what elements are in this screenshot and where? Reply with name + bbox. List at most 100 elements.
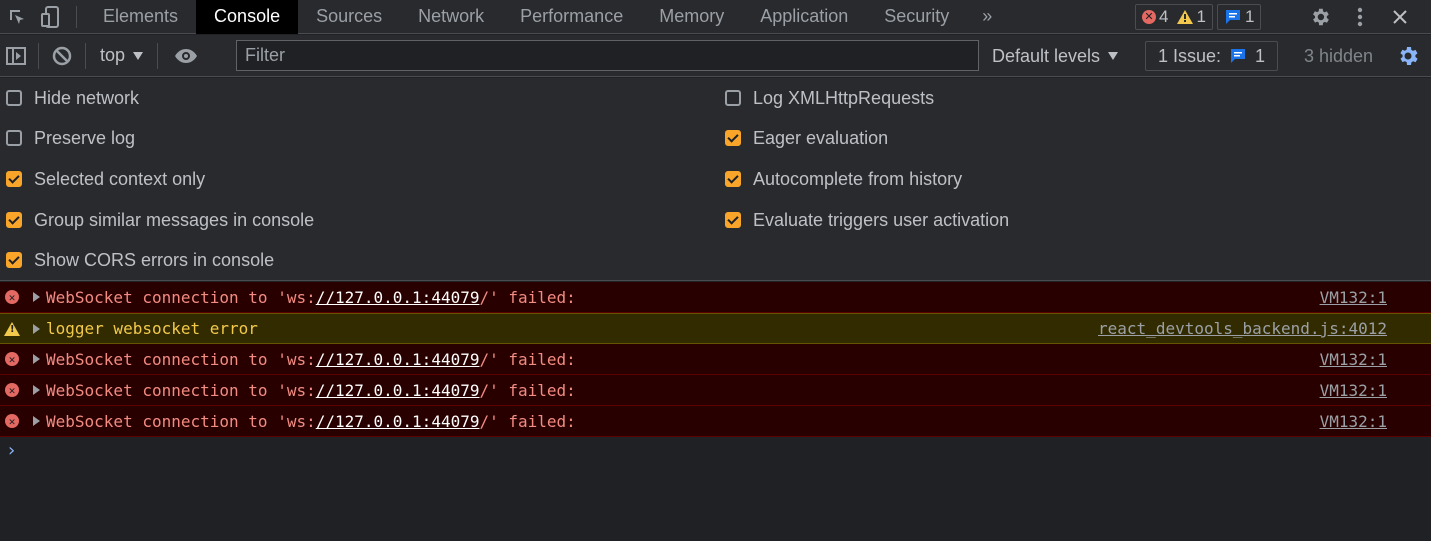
option-log-xmlhttprequests[interactable]: Log XMLHttpRequests — [725, 78, 934, 118]
option-checkbox[interactable] — [6, 212, 22, 228]
tab-security[interactable]: Security — [866, 0, 967, 34]
option-checkbox[interactable] — [6, 130, 22, 146]
option-group-similar-messages-in-console[interactable]: Group similar messages in console — [6, 200, 314, 240]
error-icon: ✕ — [1142, 10, 1156, 24]
option-label: Selected context only — [34, 168, 206, 189]
tab-console[interactable]: Console — [196, 0, 299, 34]
tab-elements[interactable]: Elements — [85, 0, 196, 34]
message-source-link[interactable]: VM132:1 — [1320, 288, 1387, 307]
option-evaluate-triggers-user-activation[interactable]: Evaluate triggers user activation — [725, 200, 1009, 240]
option-checkbox[interactable] — [725, 130, 741, 146]
issues-button[interactable]: 1 Issue: 1 — [1145, 41, 1279, 71]
error-warning-counter[interactable]: ✕ 4 1 — [1135, 4, 1213, 30]
close-icon[interactable] — [1380, 0, 1420, 34]
option-label: Hide network — [34, 87, 140, 108]
console-message-error[interactable]: ✕ WebSocket connection to 'ws://127.0.0.1… — [0, 344, 1431, 375]
option-checkbox[interactable] — [725, 90, 741, 106]
option-label: Eager evaluation — [753, 127, 889, 148]
live-expression-eye-icon[interactable] — [164, 35, 208, 77]
console-prompt[interactable]: › — [6, 440, 17, 461]
option-label: Show CORS errors in console — [34, 249, 275, 270]
option-hide-network[interactable]: Hide network — [6, 78, 139, 118]
tab-network[interactable]: Network — [400, 0, 502, 34]
log-levels-label: Default levels — [992, 45, 1101, 66]
expand-triangle-icon[interactable] — [33, 354, 40, 364]
console-messages: ✕ WebSocket connection to 'ws://127.0.0.1… — [0, 282, 1431, 437]
error-icon: ✕ — [0, 414, 24, 428]
context-label: top — [100, 45, 126, 65]
message-text-suffix: /' failed: — [479, 349, 576, 369]
message-text-prefix: WebSocket connection to 'ws: — [46, 411, 316, 431]
option-eager-evaluation[interactable]: Eager evaluation — [725, 118, 888, 158]
caret-down-icon — [1108, 52, 1119, 60]
message-text-prefix: WebSocket connection to 'ws: — [46, 380, 316, 400]
message-source-link[interactable]: VM132:1 — [1320, 381, 1387, 400]
console-message-error[interactable]: ✕ WebSocket connection to 'ws://127.0.0.1… — [0, 282, 1431, 313]
console-settings-panel: Hide network Preserve log Selected context… — [0, 78, 1431, 281]
tab-memory[interactable]: Memory — [641, 0, 742, 34]
message-text: WebSocket connection to 'ws://127.0.0.1:… — [46, 412, 576, 431]
console-message-warning[interactable]: logger websocket error react_devtools_bac… — [0, 313, 1431, 344]
status-counters: ✕ 4 1 1 — [1135, 0, 1262, 34]
option-checkbox[interactable] — [6, 90, 22, 106]
message-text-suffix: /' failed: — [479, 380, 576, 400]
sidebar-toggle-icon[interactable] — [0, 35, 32, 77]
expand-triangle-icon[interactable] — [33, 416, 40, 426]
option-preserve-log[interactable]: Preserve log — [6, 118, 135, 158]
message-counter[interactable]: 1 — [1216, 4, 1262, 30]
option-checkbox[interactable] — [725, 171, 741, 187]
message-text-prefix: WebSocket connection to 'ws: — [46, 349, 316, 369]
message-source-link[interactable]: VM132:1 — [1320, 412, 1387, 431]
warning-count: 1 — [1196, 7, 1206, 26]
context-selector[interactable]: top — [92, 45, 151, 66]
expand-triangle-icon[interactable] — [33, 385, 40, 395]
message-text-prefix: WebSocket connection to 'ws: — [46, 287, 316, 307]
toolbar-divider — [38, 42, 39, 69]
device-toolbar-icon[interactable] — [34, 0, 68, 34]
message-text: WebSocket connection to 'ws://127.0.0.1:… — [46, 381, 576, 400]
message-count: 1 — [1244, 7, 1255, 26]
toolbar-divider — [85, 42, 86, 69]
option-checkbox[interactable] — [6, 252, 22, 268]
error-icon: ✕ — [0, 352, 24, 366]
tab-application[interactable]: Application — [742, 0, 866, 34]
message-text: WebSocket connection to 'ws://127.0.0.1:… — [46, 288, 576, 307]
option-checkbox[interactable] — [725, 212, 741, 228]
message-text-suffix: /' failed: — [479, 411, 576, 431]
option-show-cors-errors-in-console[interactable]: Show CORS errors in console — [6, 240, 274, 280]
console-toolbar: top Default levels 1 Issue: 1 3 hidden — [0, 35, 1431, 77]
console-settings-gear-icon[interactable] — [1392, 35, 1424, 77]
error-icon: ✕ — [0, 290, 24, 304]
filter-input[interactable] — [236, 40, 979, 71]
message-source-link[interactable]: react_devtools_backend.js:4012 — [1098, 319, 1387, 338]
option-selected-context-only[interactable]: Selected context only — [6, 159, 205, 199]
log-levels-dropdown[interactable]: Default levels — [992, 35, 1119, 77]
option-label: Autocomplete from history — [753, 168, 963, 189]
option-autocomplete-from-history[interactable]: Autocomplete from history — [725, 159, 962, 199]
panel-tabs: Elements Console Sources Network Performance… — [85, 0, 967, 34]
issues-label: 1 Issue: — [1158, 45, 1222, 66]
caret-down-icon — [133, 51, 144, 60]
inspect-element-icon[interactable] — [0, 0, 34, 34]
option-checkbox[interactable] — [6, 171, 22, 187]
clear-console-icon[interactable] — [45, 35, 79, 77]
message-url-link[interactable]: //127.0.0.1:44079 — [316, 288, 480, 307]
console-message-error[interactable]: ✕ WebSocket connection to 'ws://127.0.0.1… — [0, 406, 1431, 437]
more-tabs-button[interactable]: » — [967, 0, 1007, 34]
message-source-link[interactable]: VM132:1 — [1320, 350, 1387, 369]
message-url-link[interactable]: //127.0.0.1:44079 — [316, 381, 480, 400]
tabbar-divider — [76, 5, 77, 28]
console-message-error[interactable]: ✕ WebSocket connection to 'ws://127.0.0.1… — [0, 375, 1431, 406]
settings-gear-icon[interactable] — [1300, 0, 1340, 34]
option-label: Evaluate triggers user activation — [753, 209, 1010, 230]
tab-sources[interactable]: Sources — [298, 0, 400, 34]
warning-icon — [1177, 10, 1194, 24]
more-options-icon[interactable] — [1340, 0, 1380, 34]
expand-triangle-icon[interactable] — [33, 323, 40, 334]
expand-triangle-icon[interactable] — [33, 292, 40, 302]
tab-performance[interactable]: Performance — [502, 0, 641, 34]
message-url-link[interactable]: //127.0.0.1:44079 — [316, 350, 480, 369]
message-text: WebSocket connection to 'ws://127.0.0.1:… — [46, 350, 576, 369]
message-text-suffix: /' failed: — [479, 287, 576, 307]
message-url-link[interactable]: //127.0.0.1:44079 — [316, 412, 480, 431]
